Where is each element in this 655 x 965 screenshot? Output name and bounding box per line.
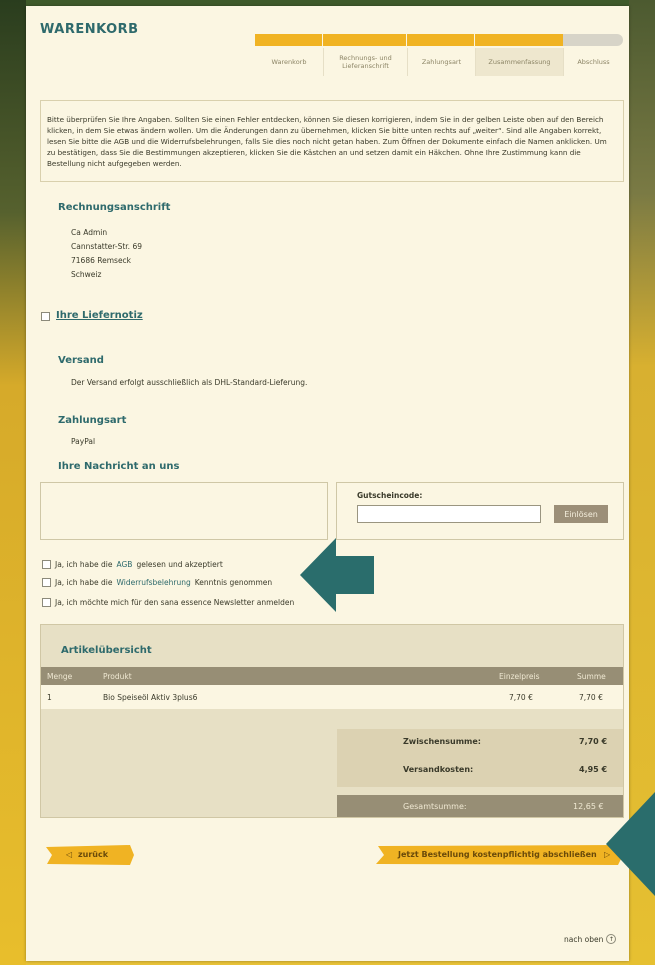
articles-title: Artikelübersicht — [61, 645, 152, 656]
consent-newsletter-checkbox[interactable] — [42, 598, 51, 607]
agb-link[interactable]: AGB — [117, 560, 133, 569]
shipping-title: Versand — [58, 355, 104, 366]
back-to-top-label: nach oben — [564, 934, 604, 944]
coupon-input[interactable] — [357, 505, 541, 523]
message-title: Ihre Nachricht an uns — [58, 461, 180, 472]
back-chevron-icon: ◁ — [66, 850, 73, 859]
col-sum: Summe — [577, 672, 606, 681]
progress-segment-warenkorb — [255, 34, 323, 46]
back-to-top[interactable]: nach oben ↑ — [564, 934, 617, 944]
consent-widerruf-checkbox[interactable] — [42, 578, 51, 587]
col-unit: Einzelpreis — [499, 672, 540, 681]
billing-country: Schweiz — [71, 270, 102, 279]
consent-widerruf-after: Kenntnis genommen — [194, 578, 273, 587]
step-zahlungsart[interactable]: Zahlungsart — [407, 48, 475, 76]
coupon-label: Gutscheincode: — [357, 491, 423, 500]
order-label: Jetzt Bestellung kostenpflichtig abschli… — [398, 850, 597, 859]
consent-agb-checkbox[interactable] — [42, 560, 51, 569]
grand-total-row: Gesamtsumme: 12,65 € — [337, 795, 623, 817]
row-product: Bio Speiseöl Aktiv 3plus6 — [103, 693, 198, 702]
billing-name: Ca Admin — [71, 228, 108, 237]
shipping-text: Der Versand erfolgt ausschließlich als D… — [71, 378, 308, 387]
back-label: zurück — [78, 850, 109, 859]
row-unit: 7,70 € — [509, 693, 533, 702]
row-sum: 7,70 € — [579, 693, 603, 702]
consent-agb: Ja, ich habe die AGB gelesen und akzepti… — [42, 560, 223, 569]
page-title: WARENKORB — [40, 22, 139, 37]
step-warenkorb[interactable]: Warenkorb — [255, 48, 323, 76]
progress-segment-zahlungsart — [407, 34, 475, 46]
table-row: 1 Bio Speiseöl Aktiv 3plus6 7,70 € 7,70 … — [41, 685, 623, 709]
subtotal-value: 7,70 € — [579, 737, 608, 746]
back-button[interactable]: ◁ zurück — [44, 844, 136, 866]
order-button[interactable]: Jetzt Bestellung kostenpflichtig abschli… — [374, 844, 624, 866]
grand-total-label: Gesamtsumme: — [403, 802, 467, 811]
articles-header: Menge Produkt Einzelpreis Summe — [41, 667, 623, 685]
billing-city: 71686 Remseck — [71, 256, 132, 265]
coupon-redeem-button[interactable]: Einlösen — [554, 505, 608, 523]
background-left — [0, 0, 26, 965]
step-zusammenfassung[interactable]: Zusammenfassung — [475, 48, 563, 76]
step-abschluss: Abschluss — [563, 48, 623, 76]
totals-box: Zwischensumme: 7,70 € Versandkosten: 4,9… — [337, 729, 623, 787]
consent-widerruf-before: Ja, ich habe die — [55, 578, 113, 587]
progress-segment-abschluss — [563, 34, 623, 46]
row-qty: 1 — [47, 693, 52, 702]
arrow-up-icon: ↑ — [606, 934, 617, 944]
shipping-cost-value: 4,95 € — [579, 765, 608, 774]
payment-method: PayPal — [71, 437, 96, 446]
col-qty: Menge — [47, 672, 73, 681]
shipping-cost-label: Versandkosten: — [403, 765, 474, 774]
delivery-note-checkbox[interactable] — [41, 312, 50, 321]
coupon-box: Gutscheincode: Einlösen — [336, 482, 624, 540]
col-product: Produkt — [103, 672, 132, 681]
article-overview: Artikelübersicht Menge Produkt Einzelpre… — [40, 624, 624, 818]
consent-widerruf: Ja, ich habe die Widerrufsbelehrung Kenn… — [42, 578, 272, 587]
arrow-left-icon — [300, 538, 374, 612]
arrow-left-icon-edge — [606, 792, 655, 896]
billing-title: Rechnungsanschrift — [58, 202, 171, 213]
info-box: Bitte überprüfen Sie Ihre Angaben. Sollt… — [40, 100, 624, 182]
progress-segment-zusammenfassung — [475, 34, 563, 46]
billing-street: Cannstatter-Str. 69 — [71, 242, 142, 251]
billing-address: Ca Admin Cannstatter-Str. 69 71686 Remse… — [71, 226, 142, 282]
consent-agb-before: Ja, ich habe die — [55, 560, 113, 569]
consent-newsletter: Ja, ich möchte mich für den sana essence… — [42, 598, 294, 607]
progress-bar — [255, 34, 623, 46]
consent-agb-after: gelesen und akzeptiert — [136, 560, 223, 569]
grand-total-value: 12,65 € — [573, 802, 604, 811]
subtotal-label: Zwischensumme: — [403, 737, 482, 746]
step-anschrift[interactable]: Rechnungs- und Lieferanschrift — [323, 48, 407, 76]
cart-page: WARENKORB Warenkorb Rechnungs- und Liefe… — [26, 6, 629, 961]
checkout-steps: Warenkorb Rechnungs- und Lieferanschrift… — [255, 48, 623, 76]
delivery-note-link[interactable]: Ihre Liefernotiz — [56, 310, 143, 321]
widerruf-link[interactable]: Widerrufsbelehrung — [117, 578, 191, 587]
consent-newsletter-text: Ja, ich möchte mich für den sana essence… — [55, 598, 295, 607]
message-textarea[interactable] — [40, 482, 328, 540]
payment-title: Zahlungsart — [58, 415, 127, 426]
progress-segment-anschrift — [323, 34, 407, 46]
